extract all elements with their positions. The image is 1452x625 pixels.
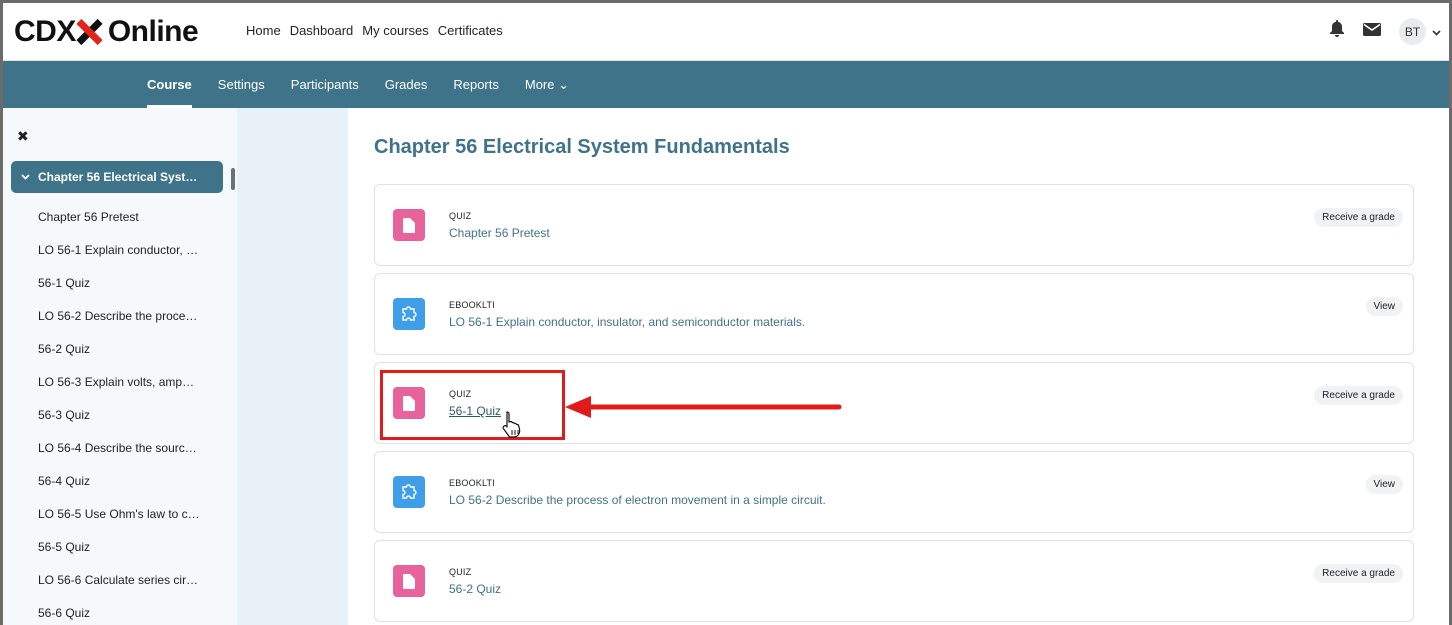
browser-frame: CDX Online Home Dashboard My courses Cer… — [0, 0, 1452, 625]
course-index-item[interactable]: LO 56-2 Describe the proce… — [3, 299, 237, 332]
course-index-list: Chapter 56 Pretest LO 56-1 Explain condu… — [3, 200, 237, 625]
activity-card: QUIZ 56-2 Quiz Receive a grade — [374, 540, 1414, 622]
course-index-item[interactable]: LO 56-6 Calculate series cir… — [3, 563, 237, 596]
chevron-down-icon — [21, 172, 30, 183]
course-index-drawer: ✖ Chapter 56 Electrical Syst… Chapter 56… — [3, 108, 237, 625]
tab-participants[interactable]: Participants — [278, 61, 372, 108]
nav-my-courses[interactable]: My courses — [362, 23, 428, 38]
course-content: Chapter 56 Electrical System Fundamental… — [348, 108, 1449, 625]
course-index-item[interactable]: 56-1 Quiz — [3, 266, 237, 299]
tab-grades[interactable]: Grades — [372, 61, 441, 108]
quiz-icon[interactable] — [393, 209, 425, 241]
site-logo[interactable]: CDX Online — [14, 15, 199, 49]
envelope-icon[interactable] — [1363, 22, 1381, 41]
activity-type: QUIZ — [449, 567, 472, 577]
logo-x-mark — [76, 18, 103, 46]
puzzle-icon[interactable] — [393, 476, 425, 508]
hand-pointer-icon — [502, 411, 521, 438]
course-index-item[interactable]: 56-3 Quiz — [3, 398, 237, 431]
quiz-icon[interactable] — [393, 565, 425, 597]
completion-badge: Receive a grade — [1314, 564, 1403, 583]
activity-type: EBOOKLTI — [449, 300, 495, 310]
chevron-down-icon — [1432, 23, 1441, 41]
drawer-scrollbar[interactable] — [231, 168, 235, 190]
avatar: BT — [1399, 18, 1426, 45]
tab-course[interactable]: Course — [134, 61, 205, 108]
activity-link[interactable]: 56-2 Quiz — [449, 582, 501, 596]
nav-dashboard[interactable]: Dashboard — [290, 23, 354, 38]
activity-link[interactable]: LO 56-1 Explain conductor, insulator, an… — [449, 315, 805, 329]
section-title: Chapter 56 Electrical Syst… — [38, 170, 198, 184]
course-index-item[interactable]: 56-2 Quiz — [3, 332, 237, 365]
page-gutter — [237, 108, 348, 625]
course-secondary-navigation: Course Settings Participants Grades Repo… — [3, 61, 1449, 108]
completion-badge: View — [1365, 297, 1403, 316]
close-icon[interactable]: ✖ — [17, 128, 29, 145]
activity-card: EBOOKLTI LO 56-2 Describe the process of… — [374, 451, 1414, 533]
course-index-item[interactable]: 56-4 Quiz — [3, 464, 237, 497]
course-index-item[interactable]: 56-6 Quiz — [3, 596, 237, 625]
tab-settings[interactable]: Settings — [205, 61, 278, 108]
completion-badge: Receive a grade — [1314, 386, 1403, 405]
bell-icon[interactable] — [1329, 20, 1345, 43]
activity-type: EBOOKLTI — [449, 478, 495, 488]
puzzle-icon[interactable] — [393, 298, 425, 330]
nav-home[interactable]: Home — [246, 23, 281, 38]
logo-prefix: CDX — [14, 15, 76, 48]
user-menu[interactable]: BT — [1399, 18, 1441, 45]
tab-reports[interactable]: Reports — [440, 61, 512, 108]
course-index-item[interactable]: Chapter 56 Pretest — [3, 200, 237, 233]
activity-link[interactable]: Chapter 56 Pretest — [449, 226, 550, 240]
course-index-item[interactable]: LO 56-1 Explain conductor, … — [3, 233, 237, 266]
page-title: Chapter 56 Electrical System Fundamental… — [374, 136, 790, 158]
activity-link[interactable]: LO 56-2 Describe the process of electron… — [449, 493, 826, 507]
completion-badge: View — [1365, 475, 1403, 494]
annotation-arrow-icon — [565, 396, 842, 418]
logo-suffix: Online — [107, 15, 199, 48]
course-index-item[interactable]: LO 56-5 Use Ohm's law to c… — [3, 497, 237, 530]
course-index-item[interactable]: 56-5 Quiz — [3, 530, 237, 563]
activity-card: QUIZ Chapter 56 Pretest Receive a grade — [374, 184, 1414, 266]
top-navbar: CDX Online Home Dashboard My courses Cer… — [3, 3, 1449, 61]
primary-navigation: Home Dashboard My courses Certificates — [246, 23, 503, 38]
activity-card: EBOOKLTI LO 56-1 Explain conductor, insu… — [374, 273, 1414, 355]
user-tools: BT — [1329, 18, 1441, 45]
course-section-header[interactable]: Chapter 56 Electrical Syst… — [11, 161, 223, 193]
nav-certificates[interactable]: Certificates — [438, 23, 503, 38]
annotation-highlight-box — [380, 370, 565, 440]
completion-badge: Receive a grade — [1314, 208, 1403, 227]
course-index-item[interactable]: LO 56-3 Explain volts, amp… — [3, 365, 237, 398]
tab-more[interactable]: More ⌄ — [512, 61, 582, 108]
course-index-item[interactable]: LO 56-4 Describe the sourc… — [3, 431, 237, 464]
activity-type: QUIZ — [449, 211, 472, 221]
